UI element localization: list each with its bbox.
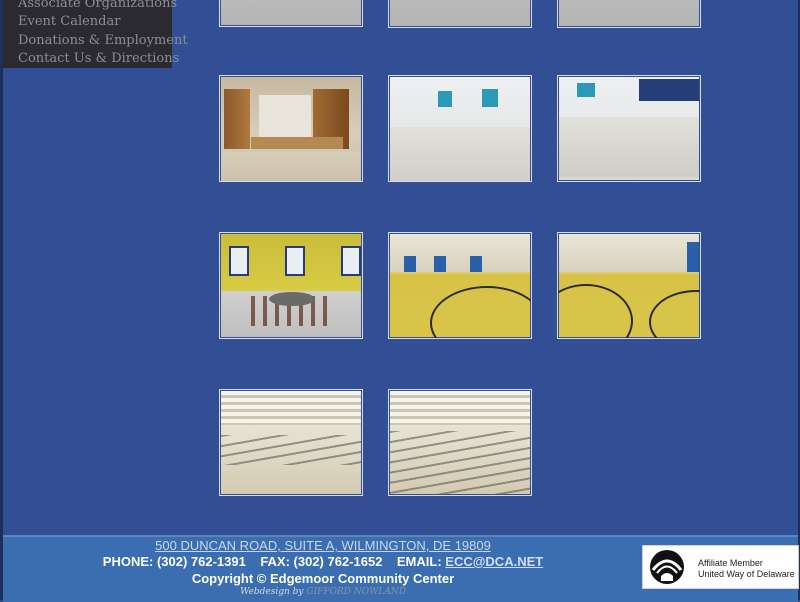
gallery-photo-cafeteria-2[interactable] <box>388 389 532 496</box>
side-navigation: Associate Organizations Event Calendar D… <box>3 0 188 68</box>
nav-item-event-calendar[interactable]: Event Calendar <box>18 14 120 30</box>
webdesign-prefix: Webdesign by <box>240 587 304 597</box>
footer-copyright: Copyright © Edgemoor Community Center <box>191 571 455 586</box>
gallery-photo-meeting-room-2[interactable] <box>557 75 701 182</box>
left-edge <box>0 0 3 600</box>
footer-contact-line: PHONE: (302) 762-1391 FAX: (302) 762-165… <box>3 554 643 569</box>
nav-item-contact-directions[interactable]: Contact Us & Directions <box>18 51 179 67</box>
gallery-photo-meeting-room[interactable] <box>388 75 532 182</box>
nav-item-donations-employment[interactable]: Donations & Employment <box>18 33 188 49</box>
footer-email-link[interactable]: ECC@DCA.NET <box>445 554 543 569</box>
footer-phone: PHONE: (302) 762-1391 <box>102 554 246 569</box>
gallery-photo-cafeteria[interactable] <box>219 389 363 496</box>
united-way-label: United Way of Delaware <box>698 569 795 579</box>
nav-item-associate-organizations[interactable]: Associate Organizations <box>18 0 177 12</box>
gallery-photo-gymnasium[interactable] <box>388 232 532 339</box>
gallery-photo-classroom[interactable] <box>219 232 363 339</box>
footer-fax: FAX: (302) 762-1652 <box>260 554 383 569</box>
webdesign-link[interactable]: GIFFORD NOWLAND <box>306 587 406 597</box>
gallery-photo-gymnasium-2[interactable] <box>557 232 701 339</box>
gallery-photo-top-2[interactable] <box>388 0 532 28</box>
united-way-affiliate-logo[interactable]: Affiliate Member United Way of Delaware <box>642 545 799 589</box>
footer-email-label: EMAIL: <box>396 554 442 569</box>
footer-address-link[interactable]: 500 DUNCAN ROAD, SUITE A, WILMINGTON, DE… <box>3 538 643 553</box>
affiliate-member-label: Affiliate Member <box>698 558 763 568</box>
gallery-photo-stage[interactable] <box>219 75 363 182</box>
footer-webdesign-credit: Webdesign by GIFFORD NOWLAND <box>3 587 643 597</box>
united-way-hand-icon <box>650 550 684 584</box>
gallery-photo-top-3[interactable] <box>557 0 701 28</box>
gallery-photo-top-1[interactable] <box>219 0 363 27</box>
